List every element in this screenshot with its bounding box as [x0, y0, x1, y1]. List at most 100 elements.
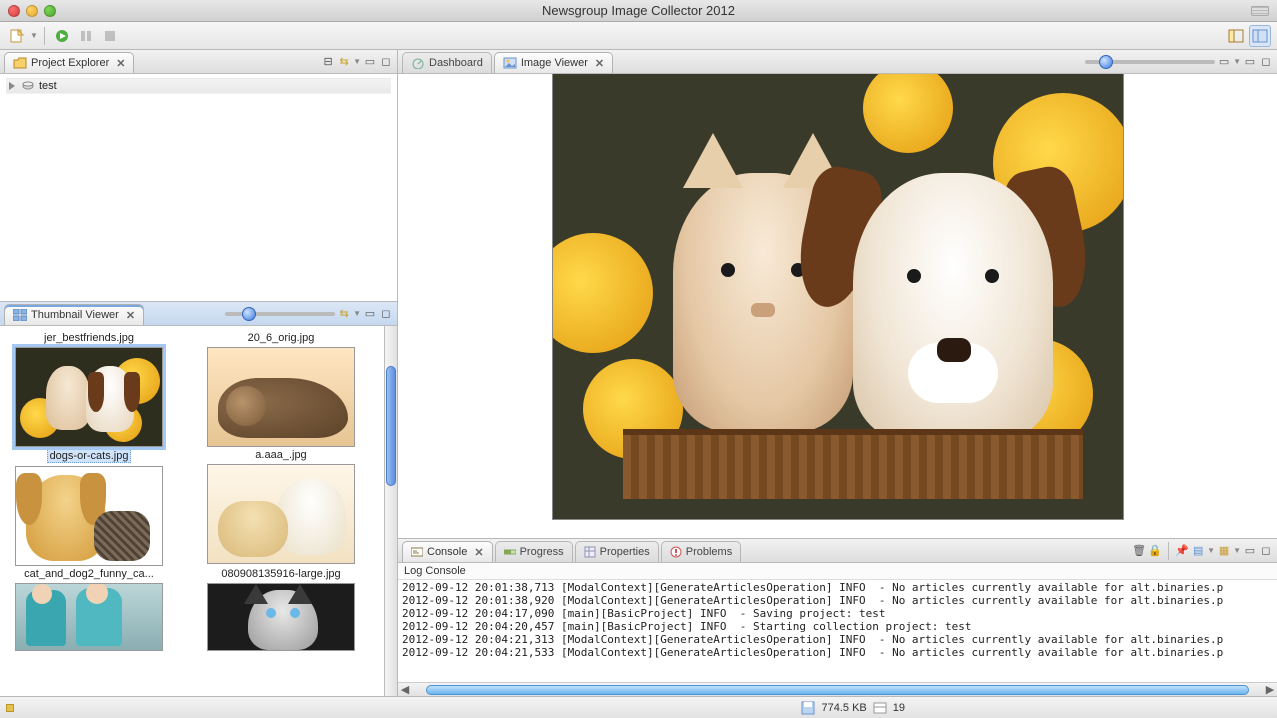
tab-problems[interactable]: Problems: [661, 541, 741, 562]
thumbnail-scrollbar[interactable]: [384, 326, 397, 696]
puppy-nose-shape: [937, 338, 971, 362]
scrollbar-thumb[interactable]: [386, 366, 396, 486]
close-icon[interactable]: ✕: [595, 57, 604, 70]
perspective-open-button[interactable]: [1225, 25, 1247, 47]
tab-progress[interactable]: Progress: [495, 541, 573, 562]
thumbnail-caption: dogs-or-cats.jpg: [47, 449, 132, 463]
minimize-view-button[interactable]: ▭: [1243, 55, 1257, 69]
thumbnail-caption: 20_6_orig.jpg: [248, 332, 315, 344]
problems-icon: [670, 546, 682, 558]
console-h-scrollbar[interactable]: ◀ ▶: [398, 682, 1277, 696]
perspective-button[interactable]: [1249, 25, 1271, 47]
stop-button[interactable]: [99, 25, 121, 47]
main-toolbar: ▼: [0, 22, 1277, 50]
tab-label: Dashboard: [429, 57, 483, 69]
project-tree[interactable]: test: [0, 74, 397, 98]
scroll-right-arrow-icon[interactable]: ▶: [1263, 683, 1277, 696]
collapse-all-button[interactable]: ⊟: [321, 55, 335, 69]
thumbnail-image[interactable]: [207, 347, 355, 447]
console-view: Console ✕ Progress Properties Problems: [398, 539, 1277, 696]
tab-label: Properties: [600, 546, 650, 558]
tab-label: Project Explorer: [31, 57, 109, 69]
link-editor-button[interactable]: ⇆: [337, 55, 351, 69]
main-image[interactable]: [552, 74, 1124, 520]
thumbnail-item[interactable]: dogs-or-cats.jpg: [4, 449, 174, 566]
project-icon: [21, 80, 35, 92]
thumbnail-image[interactable]: [15, 347, 163, 447]
thumbnail-item[interactable]: 080908135916-large.jpg: [196, 568, 366, 651]
thumbnail-item[interactable]: cat_and_dog2_funny_ca...: [4, 568, 174, 651]
close-icon[interactable]: ✕: [126, 309, 135, 322]
view-layout-button[interactable]: ▭: [1217, 55, 1231, 69]
minimize-view-button[interactable]: ▭: [363, 307, 377, 321]
folder-icon: [13, 57, 27, 69]
thumbnail-caption: jer_bestfriends.jpg: [44, 332, 134, 344]
window-title: Newsgroup Image Collector 2012: [0, 3, 1277, 18]
thumbnail-item[interactable]: jer_bestfriends.jpg: [4, 332, 174, 447]
view-menu-icon[interactable]: ▼: [1233, 57, 1241, 66]
minimize-view-button[interactable]: ▭: [1243, 544, 1257, 558]
thumbnail-image[interactable]: [207, 583, 355, 651]
scrollbar-thumb[interactable]: [426, 685, 1249, 695]
progress-icon: [504, 546, 516, 558]
tab-image-viewer[interactable]: Image Viewer ✕: [494, 52, 613, 73]
clear-console-button[interactable]: 🗑: [1132, 544, 1146, 558]
tab-label: Image Viewer: [521, 57, 588, 69]
thumbnail-caption: 080908135916-large.jpg: [221, 568, 340, 580]
thumbnail-zoom-slider[interactable]: [225, 312, 335, 316]
expand-arrow-icon[interactable]: [9, 82, 15, 90]
dropdown-arrow-icon[interactable]: ▼: [30, 31, 38, 40]
tab-label: Thumbnail Viewer: [31, 309, 119, 321]
tab-project-explorer[interactable]: Project Explorer ✕: [4, 52, 134, 73]
console-output[interactable]: 2012-09-12 20:01:38,713 [ModalContext][G…: [398, 580, 1277, 682]
image-viewer-view: Dashboard Image Viewer ✕ ▭ ▼ ▭ ◻: [398, 50, 1277, 539]
open-console-button[interactable]: ▦: [1217, 544, 1231, 558]
view-menu-icon[interactable]: ▼: [353, 309, 361, 318]
tab-properties[interactable]: Properties: [575, 541, 659, 562]
new-button[interactable]: [6, 25, 28, 47]
thumbnails-icon: [13, 309, 27, 321]
project-explorer-view: Project Explorer ✕ ⊟ ⇆ ▼ ▭ ◻ tes: [0, 50, 397, 302]
tab-label: Problems: [686, 546, 732, 558]
tab-console[interactable]: Console ✕: [402, 541, 493, 562]
thumbnail-image[interactable]: [15, 466, 163, 566]
view-menu-icon[interactable]: ▼: [353, 57, 361, 66]
maximize-view-button[interactable]: ◻: [1259, 544, 1273, 558]
maximize-view-button[interactable]: ◻: [379, 55, 393, 69]
run-button[interactable]: [51, 25, 73, 47]
thumbnail-image[interactable]: [15, 583, 163, 651]
properties-icon: [584, 546, 596, 558]
tab-label: Progress: [520, 546, 564, 558]
close-icon[interactable]: ✕: [116, 57, 125, 70]
disk-icon: [801, 701, 815, 715]
thumbnail-item[interactable]: a.aaa_.jpg: [196, 449, 366, 566]
maximize-view-button[interactable]: ◻: [1259, 55, 1273, 69]
minimize-view-button[interactable]: ▭: [363, 55, 377, 69]
thumbnail-caption: cat_and_dog2_funny_ca...: [24, 568, 154, 580]
counter-icon: [873, 701, 887, 715]
image-icon: [503, 57, 517, 69]
tree-item-label: test: [39, 80, 57, 92]
tab-thumbnail-viewer[interactable]: Thumbnail Viewer ✕: [4, 304, 144, 325]
thumbnail-item[interactable]: 20_6_orig.jpg: [196, 332, 366, 447]
scroll-left-arrow-icon[interactable]: ◀: [398, 683, 412, 696]
maximize-view-button[interactable]: ◻: [379, 307, 393, 321]
close-icon[interactable]: ✕: [474, 546, 483, 559]
status-indicator-icon: [6, 704, 14, 712]
tab-dashboard[interactable]: Dashboard: [402, 52, 492, 73]
thumbnail-scroll-area[interactable]: jer_bestfriends.jpg: [0, 326, 384, 696]
dashboard-icon: [411, 57, 425, 69]
console-icon: [411, 546, 423, 558]
display-selected-button[interactable]: ▤: [1191, 544, 1205, 558]
pause-button[interactable]: [75, 25, 97, 47]
scroll-lock-button[interactable]: 🔒: [1148, 544, 1162, 558]
tree-item[interactable]: test: [6, 78, 391, 94]
link-editor-button[interactable]: ⇆: [337, 307, 351, 321]
status-bar: 774.5 KB 19: [0, 696, 1277, 718]
pin-console-button[interactable]: 📌: [1175, 544, 1189, 558]
image-zoom-slider[interactable]: [1085, 60, 1215, 64]
window-titlebar: Newsgroup Image Collector 2012: [0, 0, 1277, 22]
console-title: Log Console: [398, 563, 1277, 580]
status-count: 19: [893, 702, 905, 714]
thumbnail-image[interactable]: [207, 464, 355, 564]
